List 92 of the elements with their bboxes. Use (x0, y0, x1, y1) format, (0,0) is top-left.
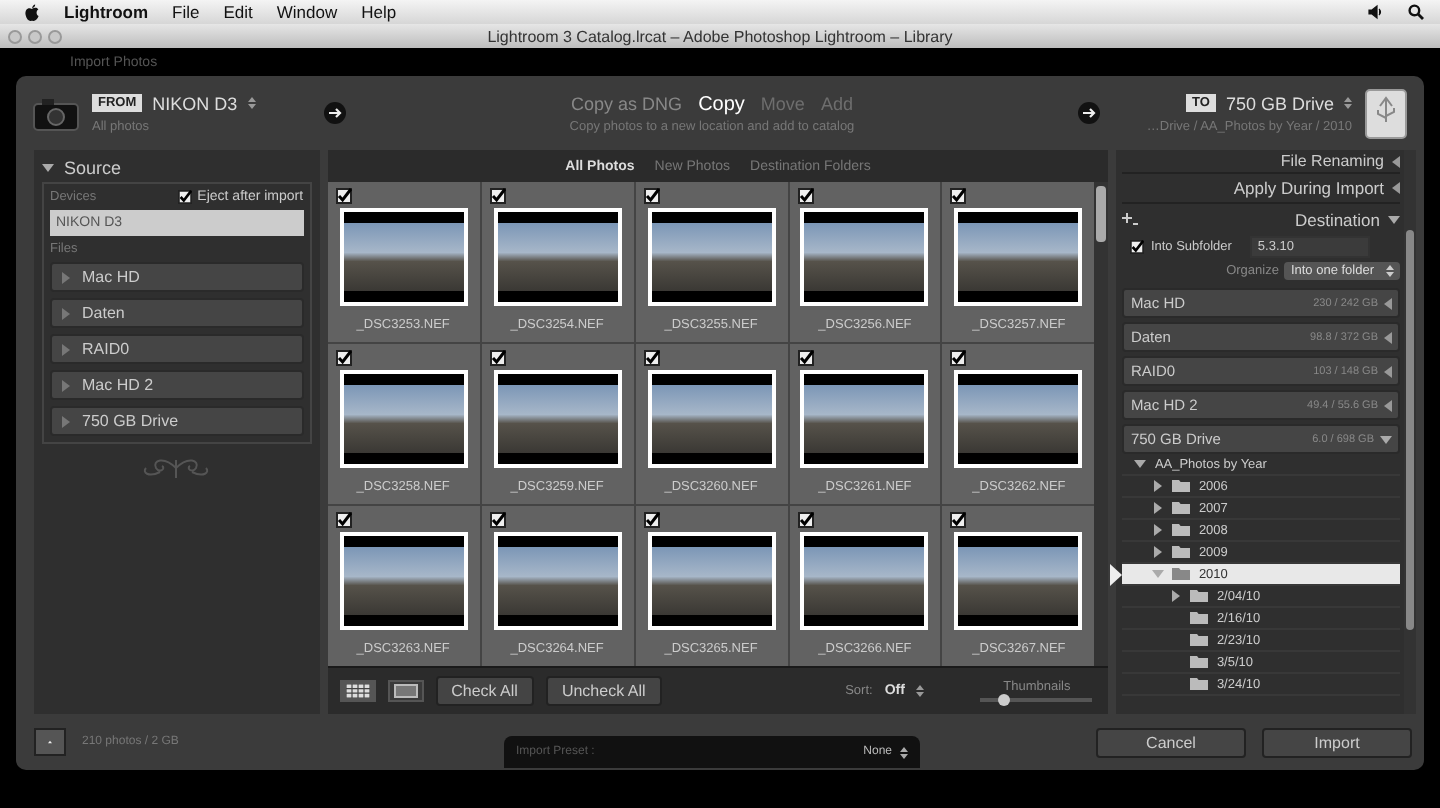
photo-placeholder (339, 208, 468, 306)
volume-name: RAID0 (82, 340, 130, 358)
action-button[interactable]: Check All (435, 676, 534, 706)
photo-placeholder (493, 370, 622, 468)
checkbox[interactable] (643, 188, 660, 204)
plus-minus-icon[interactable] (1122, 212, 1139, 226)
triangle-down-icon[interactable] (1134, 460, 1147, 468)
volume-row[interactable]: Daten (50, 298, 304, 328)
panel-title: Source (64, 158, 122, 178)
photo-placeholder (647, 208, 776, 306)
volume-name: Daten (82, 304, 125, 322)
photo-placeholder (954, 208, 1083, 306)
updown-icon (1344, 96, 1352, 110)
menu-item[interactable]: Help (361, 2, 397, 22)
photo-placeholder (647, 370, 776, 468)
pointer-icon (1110, 564, 1123, 586)
triangle-left-icon[interactable] (1384, 365, 1392, 377)
speaker-icon[interactable] (1368, 4, 1384, 20)
window-title: Lightroom 3 Catalog.lrcat – Adobe Photoshop Lightroom – Library (485, 27, 955, 45)
checkbox[interactable] (950, 350, 967, 366)
panel-title[interactable]: Apply During Import (1233, 178, 1384, 198)
menu-item[interactable]: Window (276, 2, 338, 22)
triangle-right-icon[interactable] (1172, 590, 1181, 602)
volume-name: 750 GB Drive (82, 412, 179, 430)
checkbox[interactable] (177, 190, 192, 204)
checkbox[interactable] (335, 350, 352, 366)
updown-icon (1386, 264, 1394, 278)
photo-placeholder (954, 370, 1083, 468)
photo-placeholder (800, 370, 929, 468)
menu-item[interactable]: Edit (223, 2, 253, 22)
photo-placeholder (954, 532, 1083, 630)
volume-row[interactable]: Mac HD 2 (50, 370, 304, 400)
photo-placeholder (647, 532, 776, 630)
checkbox[interactable] (489, 512, 506, 528)
volume-name: Mac HD 2 (82, 376, 154, 394)
slider-thumb[interactable] (997, 694, 1010, 706)
source-device-selector[interactable]: NIKON D3 (152, 93, 238, 113)
photo-placeholder (339, 532, 468, 630)
action-button[interactable]: Import (1262, 727, 1412, 757)
triangle-right-icon[interactable] (1154, 480, 1163, 492)
checkbox[interactable] (643, 350, 660, 366)
apple-icon[interactable] (24, 3, 40, 21)
arrow-icon (1078, 102, 1100, 124)
volume-row[interactable]: Mac HD (50, 262, 304, 292)
photo-placeholder (493, 208, 622, 306)
panel-title[interactable]: File Renaming (1280, 152, 1384, 170)
search-icon[interactable] (1408, 4, 1424, 20)
usb-drive-icon (1364, 87, 1408, 139)
triangle-right-icon[interactable] (1154, 524, 1163, 536)
photo-placeholder (339, 370, 468, 468)
volume-row[interactable]: 750 GB Drive (50, 406, 304, 436)
updown-icon (916, 684, 925, 698)
photo-placeholder (800, 208, 929, 306)
checkbox[interactable] (797, 350, 813, 366)
checkbox[interactable] (1130, 239, 1145, 253)
loupe-view-button[interactable] (387, 680, 424, 702)
action-button[interactable]: Uncheck All (545, 676, 662, 706)
updown-icon (247, 96, 256, 110)
arrow-icon (324, 102, 346, 124)
panel-title: Destination (1294, 209, 1380, 229)
triangle-left-icon[interactable] (1384, 399, 1392, 411)
scrollbar[interactable] (1094, 182, 1109, 666)
updown-icon (900, 745, 908, 759)
checkbox[interactable] (797, 188, 813, 204)
triangle-down-icon[interactable] (1380, 435, 1392, 443)
rectangle-icon (393, 684, 418, 698)
triangle-down-icon[interactable] (42, 164, 54, 172)
triangle-left-icon[interactable] (1384, 297, 1392, 309)
volume-row[interactable]: RAID0 (50, 334, 304, 364)
checkbox[interactable] (797, 512, 813, 528)
scrollbar[interactable] (1404, 150, 1416, 714)
checkbox[interactable] (335, 188, 352, 204)
triangle-left-icon[interactable] (1384, 331, 1392, 343)
checkbox[interactable] (643, 512, 660, 528)
checkbox[interactable] (489, 350, 506, 366)
grid-icon (345, 684, 370, 698)
volume-name: Mac HD (82, 268, 140, 286)
photo-placeholder (493, 532, 622, 630)
import-mode-option[interactable]: Copy (698, 93, 745, 115)
destination-drive-selector[interactable]: 750 GB Drive (1225, 93, 1334, 113)
checkbox[interactable] (950, 188, 967, 204)
checkbox[interactable] (335, 512, 352, 528)
triangle-right-icon[interactable] (1154, 502, 1163, 514)
menu-item[interactable]: Lightroom (64, 2, 149, 22)
checkbox[interactable] (489, 188, 506, 204)
camera-icon (32, 95, 80, 131)
action-button[interactable]: Cancel (1096, 727, 1246, 757)
menu-item[interactable]: File (172, 2, 200, 22)
checkbox[interactable] (950, 512, 967, 528)
grid-view-button[interactable] (339, 680, 376, 702)
import-mode-option[interactable]: Copy as DNG (571, 93, 683, 113)
photo-placeholder (800, 532, 929, 630)
